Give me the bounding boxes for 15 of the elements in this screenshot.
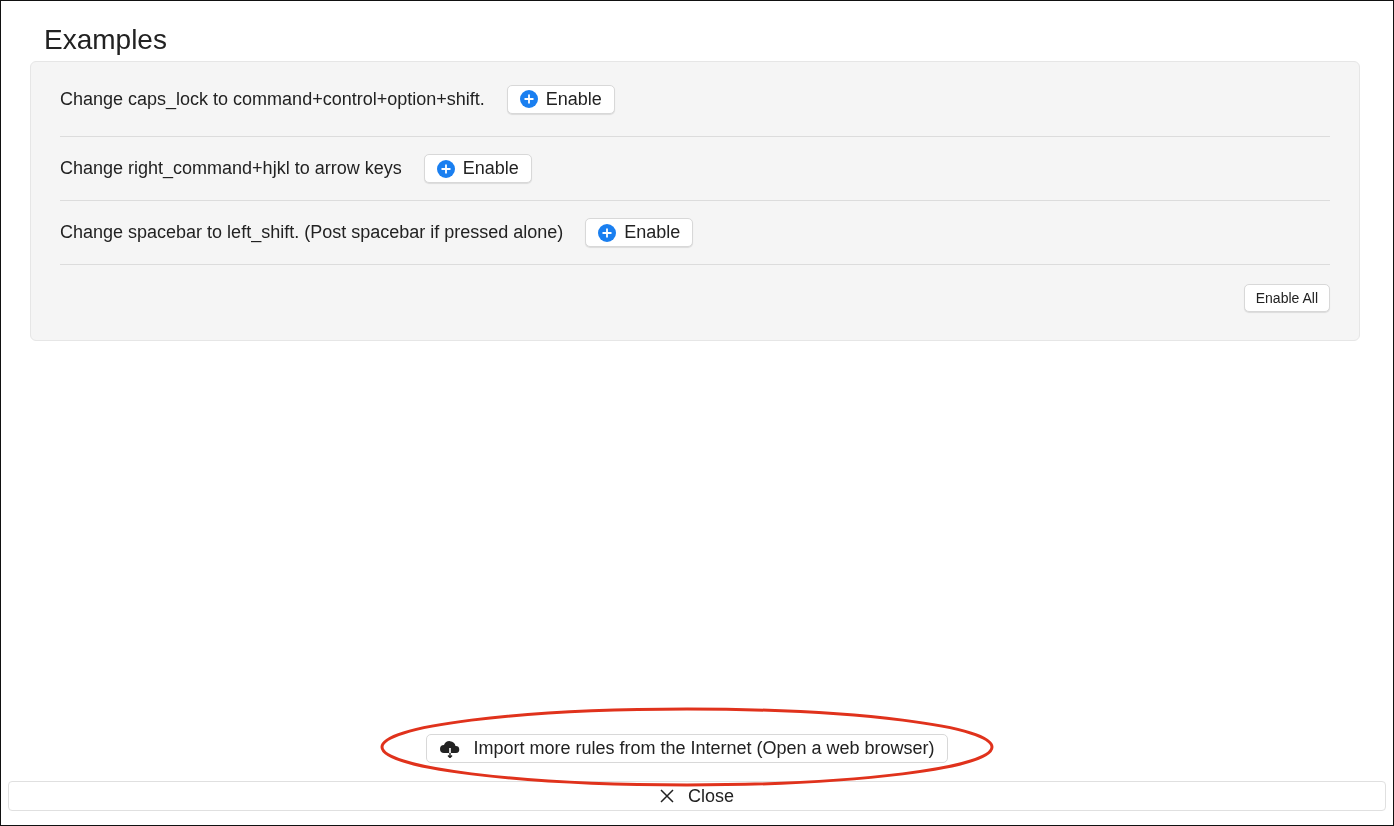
close-button[interactable]: Close <box>8 781 1386 811</box>
enable-all-button[interactable]: Enable All <box>1243 284 1330 312</box>
plus-icon <box>436 159 455 178</box>
import-button[interactable]: Import more rules from the Internet (Open a web browser) <box>426 734 948 763</box>
enable-button[interactable]: Enable <box>506 84 615 114</box>
rule-description: Change right_command+hjkl to arrow keys <box>60 158 402 179</box>
plus-icon <box>598 223 617 242</box>
rule-description: Change caps_lock to command+control+option+shift. <box>60 88 485 110</box>
rule-description: Change spacebar to left_shift. (Post spacebar if pressed alone) <box>60 222 564 243</box>
section-title: Examples <box>44 23 168 57</box>
enable-button[interactable]: Enable <box>585 218 694 247</box>
close-icon <box>660 789 674 803</box>
plus-icon <box>519 90 538 108</box>
cloud-download-icon <box>439 739 462 758</box>
enable-button[interactable]: Enable <box>423 154 532 183</box>
